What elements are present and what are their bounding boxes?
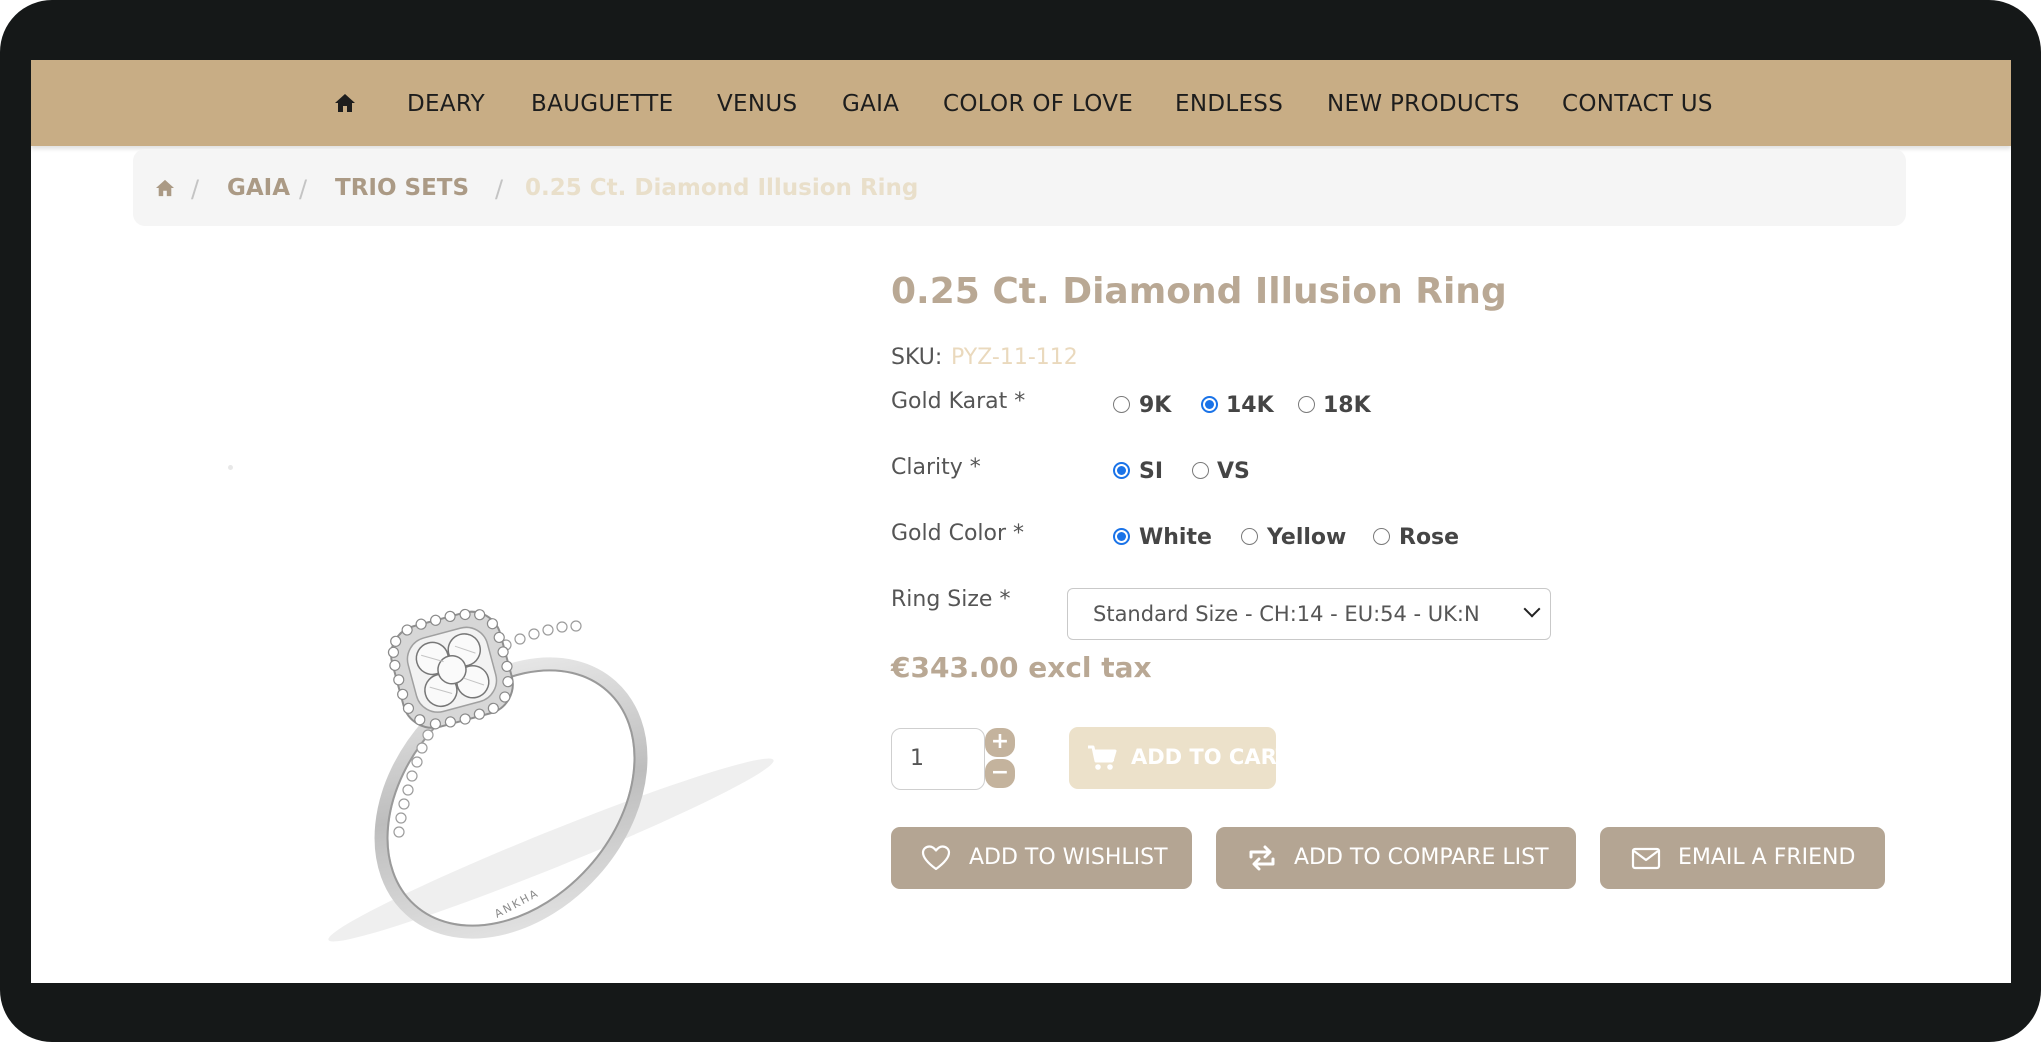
ring-size-label: Ring Size * bbox=[891, 587, 1010, 612]
nav-item-new-products[interactable]: NEW PRODUCTS bbox=[1327, 91, 1520, 117]
cart-icon bbox=[1088, 745, 1117, 770]
add-to-wishlist-button[interactable]: ADD TO WISHLIST bbox=[891, 827, 1192, 889]
nav-item-bauguette[interactable]: BAUGUETTE bbox=[531, 91, 673, 117]
sku-value: PYZ-11-112 bbox=[951, 345, 1078, 370]
nav-item-contact-us[interactable]: CONTACT US bbox=[1562, 91, 1713, 117]
breadcrumb-item-trio-sets[interactable]: TRIO SETS bbox=[335, 175, 469, 201]
product-image[interactable]: ANKHA bbox=[321, 550, 801, 960]
gold-karat-label: Gold Karat * bbox=[891, 389, 1025, 414]
device-frame: DEARY BAUGUETTE VENUS GAIA COLOR OF LOVE… bbox=[0, 0, 2041, 1042]
radio-color-white[interactable] bbox=[1113, 528, 1130, 545]
product-title: 0.25 Ct. Diamond Illusion Ring bbox=[891, 271, 1507, 312]
add-to-wishlist-label: ADD TO WISHLIST bbox=[969, 845, 1168, 870]
clarity-label-text: Clarity bbox=[891, 455, 963, 480]
breadcrumb-item-gaia[interactable]: GAIA bbox=[227, 175, 290, 201]
nav-item-color-of-love[interactable]: COLOR OF LOVE bbox=[943, 91, 1133, 117]
radio-karat-18k[interactable] bbox=[1298, 396, 1315, 413]
add-to-compare-button[interactable]: ADD TO COMPARE LIST bbox=[1216, 827, 1576, 889]
compare-icon bbox=[1249, 845, 1275, 871]
breadcrumb-separator: / bbox=[191, 175, 200, 203]
main-nav: DEARY BAUGUETTE VENUS GAIA COLOR OF LOVE… bbox=[31, 60, 2011, 146]
radio-color-rose[interactable] bbox=[1373, 528, 1390, 545]
breadcrumb: / GAIA / TRIO SETS / 0.25 Ct. Diamond Il… bbox=[133, 149, 1906, 226]
gold-karat-label-text: Gold Karat bbox=[891, 389, 1008, 414]
gold-color-label-text: Gold Color bbox=[891, 521, 1007, 546]
gold-color-label: Gold Color * bbox=[891, 521, 1024, 546]
radio-clarity-vs-label[interactable]: VS bbox=[1217, 459, 1250, 484]
radio-karat-9k[interactable] bbox=[1113, 396, 1130, 413]
breadcrumb-current: 0.25 Ct. Diamond Illusion Ring bbox=[525, 175, 919, 201]
gallery-dot bbox=[228, 465, 233, 470]
ring-size-label-text: Ring Size bbox=[891, 587, 993, 612]
minus-icon: − bbox=[990, 760, 1010, 785]
required-mark: * bbox=[969, 455, 981, 480]
quantity-increase-button[interactable]: + bbox=[985, 728, 1015, 757]
home-icon[interactable] bbox=[155, 179, 175, 197]
required-mark: * bbox=[1014, 389, 1026, 414]
breadcrumb-separator: / bbox=[299, 175, 308, 203]
nav-item-venus[interactable]: VENUS bbox=[717, 91, 797, 117]
add-to-compare-label: ADD TO COMPARE LIST bbox=[1294, 845, 1549, 870]
quantity-input[interactable]: 1 bbox=[891, 728, 985, 790]
radio-color-yellow-label[interactable]: Yellow bbox=[1267, 525, 1346, 550]
required-mark: * bbox=[1013, 521, 1025, 546]
quantity-decrease-button[interactable]: − bbox=[985, 759, 1015, 788]
sku-label: SKU: bbox=[891, 345, 943, 370]
clarity-label: Clarity * bbox=[891, 455, 981, 480]
radio-clarity-vs[interactable] bbox=[1192, 462, 1209, 479]
breadcrumb-separator: / bbox=[495, 175, 504, 203]
radio-clarity-si[interactable] bbox=[1113, 462, 1130, 479]
required-mark: * bbox=[999, 587, 1011, 612]
radio-karat-9k-label[interactable]: 9K bbox=[1139, 393, 1171, 418]
ring-size-select[interactable]: Standard Size - CH:14 - EU:54 - UK:N bbox=[1067, 588, 1551, 640]
product-price: €343.00 excl tax bbox=[891, 651, 1152, 684]
add-to-cart-label: ADD TO CART bbox=[1131, 745, 1291, 769]
radio-karat-18k-label[interactable]: 18K bbox=[1323, 393, 1371, 418]
add-to-cart-button[interactable]: ADD TO CART bbox=[1069, 727, 1290, 789]
chevron-down-icon bbox=[1523, 600, 1541, 618]
radio-color-white-label[interactable]: White bbox=[1139, 525, 1212, 550]
email-a-friend-button[interactable]: EMAIL A FRIEND bbox=[1600, 827, 1885, 889]
browser-viewport: DEARY BAUGUETTE VENUS GAIA COLOR OF LOVE… bbox=[31, 60, 2011, 983]
home-icon[interactable] bbox=[334, 93, 356, 113]
radio-color-rose-label[interactable]: Rose bbox=[1399, 525, 1459, 550]
nav-item-endless[interactable]: ENDLESS bbox=[1175, 91, 1283, 117]
email-a-friend-label: EMAIL A FRIEND bbox=[1678, 845, 1856, 870]
heart-icon bbox=[921, 845, 951, 871]
envelope-icon bbox=[1631, 847, 1661, 870]
radio-karat-14k[interactable] bbox=[1201, 396, 1218, 413]
nav-item-gaia[interactable]: GAIA bbox=[842, 91, 899, 117]
plus-icon: + bbox=[990, 729, 1010, 754]
ring-size-selected-value: Standard Size - CH:14 - EU:54 - UK:N bbox=[1093, 602, 1480, 626]
quantity-value: 1 bbox=[910, 746, 924, 771]
radio-color-yellow[interactable] bbox=[1241, 528, 1258, 545]
nav-item-deary[interactable]: DEARY bbox=[407, 91, 485, 117]
radio-clarity-si-label[interactable]: SI bbox=[1139, 459, 1163, 484]
radio-karat-14k-label[interactable]: 14K bbox=[1226, 393, 1274, 418]
